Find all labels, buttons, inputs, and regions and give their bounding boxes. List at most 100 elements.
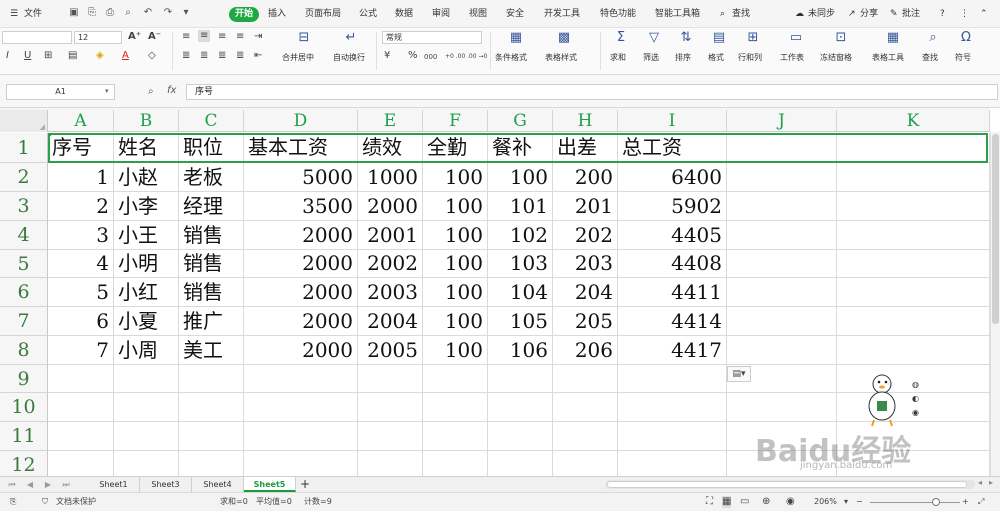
cell-h3[interactable]: 201 xyxy=(553,192,618,221)
indent-icon[interactable]: ⇥ xyxy=(254,31,262,43)
outdent-icon[interactable]: ⇤ xyxy=(254,50,262,62)
column-header-h[interactable]: H xyxy=(553,110,618,132)
worksheet-icon[interactable]: ▭ xyxy=(785,31,807,45)
table-tools-icon[interactable]: ▦ xyxy=(882,31,904,45)
cell-c5[interactable]: 销售 xyxy=(179,250,244,278)
cell-g10[interactable] xyxy=(488,393,553,422)
redo-icon[interactable]: ↷ xyxy=(162,7,174,19)
sheet-tab-sheet5[interactable]: Sheet5 xyxy=(244,477,296,492)
sheet-tab-sheet3[interactable]: Sheet3 xyxy=(140,477,192,492)
cell-c2[interactable]: 老板 xyxy=(179,163,244,192)
cell-b10[interactable] xyxy=(114,393,179,422)
cell-j5[interactable] xyxy=(727,250,837,278)
increase-decimal-button[interactable]: +0 .00 xyxy=(445,51,465,63)
rows-cols-icon[interactable]: ⊞ xyxy=(742,31,764,45)
tab-insert[interactable]: 插入 xyxy=(268,6,286,22)
cell-k4[interactable] xyxy=(837,221,990,250)
tab-formula[interactable]: 公式 xyxy=(359,6,377,22)
select-all-corner[interactable]: ◢ xyxy=(0,110,48,132)
cell-g12[interactable] xyxy=(488,451,553,476)
quick-access-dropdown-icon[interactable]: ▾ xyxy=(180,7,192,19)
sheet-tab-sheet4[interactable]: Sheet4 xyxy=(192,477,244,492)
distribute-icon[interactable]: ≣ xyxy=(236,50,244,62)
sum-button[interactable]: 求和 xyxy=(610,52,626,63)
cell-f11[interactable] xyxy=(423,422,488,451)
normal-view-icon[interactable]: ▦ xyxy=(722,496,732,508)
cell-j8[interactable] xyxy=(727,336,837,365)
row-header-2[interactable]: 2 xyxy=(0,163,48,192)
cell-c8[interactable]: 美工 xyxy=(179,336,244,365)
cell-k1[interactable] xyxy=(837,133,990,163)
tab-features[interactable]: 特色功能 xyxy=(600,6,636,22)
row-header-1[interactable]: 1 xyxy=(0,133,48,163)
cell-b8[interactable]: 小周 xyxy=(114,336,179,365)
cell-d6[interactable]: 2000 xyxy=(244,278,358,307)
column-header-d[interactable]: D xyxy=(244,110,358,132)
cell-h8[interactable]: 206 xyxy=(553,336,618,365)
comment-button[interactable]: 批注 xyxy=(902,6,920,22)
preview-icon[interactable]: ⌕ xyxy=(122,7,134,19)
cell-b4[interactable]: 小王 xyxy=(114,221,179,250)
sync-status[interactable]: 未同步 xyxy=(808,6,835,22)
next-sheet-icon[interactable]: ▶ xyxy=(40,477,56,492)
page-break-icon[interactable]: ⊕ xyxy=(762,496,770,508)
cell-i12[interactable] xyxy=(618,451,727,476)
tab-view[interactable]: 视图 xyxy=(469,6,487,22)
cell-i8[interactable]: 4417 xyxy=(618,336,727,365)
table-tools-button[interactable]: 表格工具 xyxy=(872,52,904,63)
merge-center-button[interactable]: 合并居中 xyxy=(282,52,314,63)
row-header-8[interactable]: 8 xyxy=(0,336,48,365)
cell-e4[interactable]: 2001 xyxy=(358,221,423,250)
cell-d8[interactable]: 2000 xyxy=(244,336,358,365)
fullscreen-icon[interactable]: ⤢ xyxy=(978,496,984,508)
sheet-tab-sheet1[interactable]: Sheet1 xyxy=(88,477,140,492)
cell-c6[interactable]: 销售 xyxy=(179,278,244,307)
cell-a1[interactable]: 序号 xyxy=(48,133,114,163)
cell-g5[interactable]: 103 xyxy=(488,250,553,278)
column-header-k[interactable]: K xyxy=(837,110,990,132)
collapse-ribbon-icon[interactable]: ⌃ xyxy=(980,6,988,22)
cell-e7[interactable]: 2004 xyxy=(358,307,423,336)
cell-a5[interactable]: 4 xyxy=(48,250,114,278)
save-icon[interactable]: ▣ xyxy=(68,7,80,19)
cell-f10[interactable] xyxy=(423,393,488,422)
cell-g8[interactable]: 106 xyxy=(488,336,553,365)
cell-i6[interactable]: 4411 xyxy=(618,278,727,307)
cell-g6[interactable]: 104 xyxy=(488,278,553,307)
font-grow-button[interactable]: A⁺ xyxy=(128,31,141,43)
row-header-3[interactable]: 3 xyxy=(0,192,48,221)
fill-color-icon[interactable]: ◈ xyxy=(96,50,104,62)
cell-g1[interactable]: 餐补 xyxy=(488,133,553,163)
currency-icon[interactable]: ¥ xyxy=(384,50,390,62)
align-center-icon[interactable]: ≣ xyxy=(200,50,208,62)
column-header-c[interactable]: C xyxy=(179,110,244,132)
cell-g7[interactable]: 105 xyxy=(488,307,553,336)
cell-a7[interactable]: 6 xyxy=(48,307,114,336)
freeze-panes-button[interactable]: 冻结窗格 xyxy=(820,52,852,63)
cell-e10[interactable] xyxy=(358,393,423,422)
reading-mode-icon[interactable]: ◉ xyxy=(786,496,795,508)
search-icon[interactable]: ⌕ xyxy=(720,6,725,22)
row-header-6[interactable]: 6 xyxy=(0,278,48,307)
cell-b2[interactable]: 小赵 xyxy=(114,163,179,192)
row-header-4[interactable]: 4 xyxy=(0,221,48,250)
cell-e3[interactable]: 2000 xyxy=(358,192,423,221)
cell-d9[interactable] xyxy=(244,365,358,393)
column-header-e[interactable]: E xyxy=(358,110,423,132)
sheet-grid[interactable]: ◢ ABCDEFGHIJK 1 2 3 4 5 6 7 8 9 10 11 12 序号 姓名 职位 基本工资… xyxy=(0,108,990,476)
scroll-right-icon[interactable]: ▸ xyxy=(989,478,993,487)
align-justify-icon[interactable]: ≣ xyxy=(182,50,190,62)
sum-icon[interactable]: Σ xyxy=(610,31,632,45)
format-icon[interactable]: ▤ xyxy=(708,31,730,45)
first-sheet-icon[interactable]: ⏮ xyxy=(4,477,20,492)
row-header-7[interactable]: 7 xyxy=(0,307,48,336)
horizontal-scroll-thumb[interactable] xyxy=(607,481,967,488)
cell-h5[interactable]: 203 xyxy=(553,250,618,278)
cell-c9[interactable] xyxy=(179,365,244,393)
table-style-icon[interactable]: ▩ xyxy=(553,31,575,45)
wrap-text-icon[interactable]: ↵ xyxy=(340,31,362,45)
help-button[interactable]: ? xyxy=(940,6,945,22)
row-header-12[interactable]: 12 xyxy=(0,451,48,476)
cell-f1[interactable]: 全勤 xyxy=(423,133,488,163)
hamburger-icon[interactable]: ☰ xyxy=(10,6,18,22)
